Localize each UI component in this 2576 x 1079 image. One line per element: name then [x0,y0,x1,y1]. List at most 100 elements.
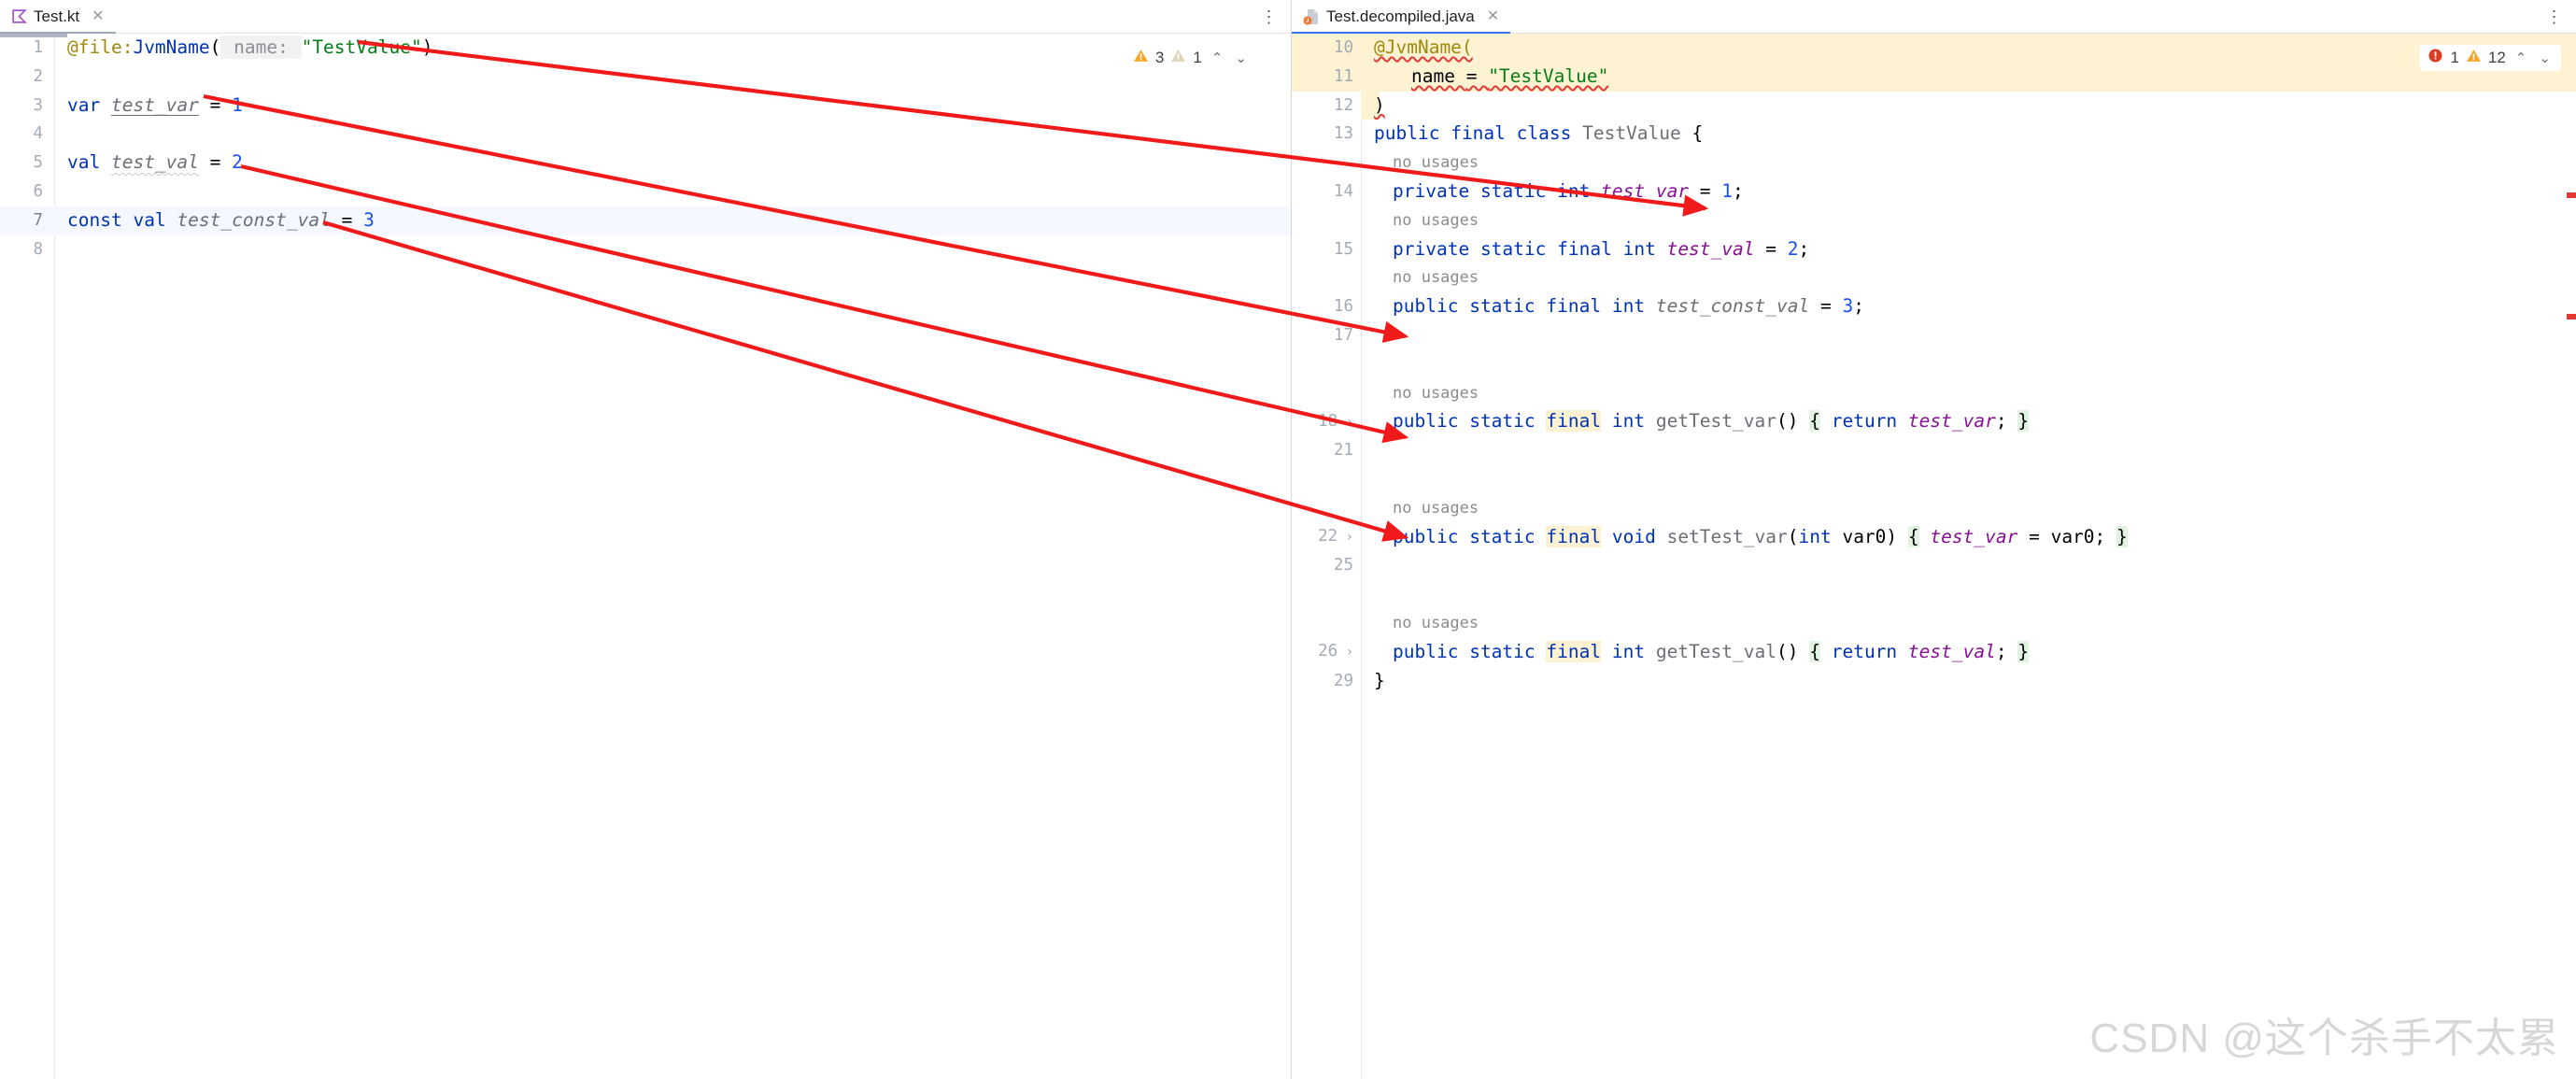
code-line: 17 [1292,321,2576,350]
line-number[interactable]: 10 [1292,34,1361,63]
code-content[interactable]: } [1361,667,2576,696]
code-token: = [1689,179,1722,202]
code-content[interactable]: ) [1361,91,2576,121]
code-content[interactable]: @file:JvmName( name: "TestValue") [54,34,1291,63]
code-content[interactable]: @JvmName( [1361,34,2576,63]
code-content[interactable]: name = "TestValue" [1361,63,2576,92]
chevron-down-icon[interactable]: ⌄ [1232,50,1250,66]
code-line: 6 [0,177,1291,206]
chevron-up-icon[interactable]: ⌃ [1209,50,1226,66]
close-icon[interactable]: ✕ [1485,7,1501,26]
line-number[interactable]: 13 [1292,120,1361,149]
error-circle-icon [2427,48,2443,68]
editor-pane-java: Test.decompiled.java ✕ ⋮ 10 @JvmName(11 na… [1291,0,2576,1079]
line-number[interactable]: 17 [1292,321,1361,350]
line-number[interactable]: 12 [1292,92,1361,121]
line-number[interactable]: 2 [0,63,54,92]
code-content[interactable]: private static final int test_val = 2; [1361,235,2576,264]
line-number[interactable]: 1 [0,34,54,63]
code-editor-kotlin[interactable]: 1 @file:JvmName( name: "TestValue") 2 3 var … [0,34,1291,1079]
chevron-down-icon[interactable]: ⌄ [2536,50,2554,66]
code-token: test_var [1930,525,2018,547]
fold-chevron-icon[interactable]: › [1338,645,1353,660]
line-number[interactable]: 29 [1292,667,1361,696]
line-number[interactable]: 7 [0,206,54,235]
line-number[interactable]: 26 › [1292,637,1361,667]
code-content[interactable]: var test_var = 1 [54,92,1291,121]
line-number[interactable]: 22 › [1292,522,1361,552]
error-stripe-mark[interactable] [2567,314,2576,319]
line-number[interactable]: 16 [1292,292,1361,321]
code-content[interactable]: val test_val = 2 [54,149,1291,177]
fold-chevron-icon[interactable]: › [1338,415,1353,430]
code-content[interactable]: public final class TestValue { [1361,120,2576,149]
usages-hint[interactable]: no usages [1361,379,2576,408]
line-number[interactable]: 6 [0,177,54,206]
inspection-widget-right[interactable]: 1 12 ⌃ ⌄ [2420,45,2561,71]
code-content[interactable]: private static int test_var = 1; [1361,177,2576,206]
code-content[interactable]: const val test_const_val = 3 [54,206,1291,235]
code-token: TestValue [1582,122,1681,145]
code-token: name [1411,64,1466,87]
code-token: 1 [232,93,243,116]
tab-label: Test.decompiled.java [1326,7,1475,25]
line-number[interactable]: 15 [1292,235,1361,264]
code-token: static [1469,525,1536,547]
code-editor-java[interactable]: 10 @JvmName(11 name = "TestValue" 12) 13 publ… [1292,34,2576,1079]
code-content[interactable]: public static final int test_const_val =… [1361,292,2576,321]
usages-hint[interactable]: no usages [1361,206,2576,235]
code-token: ) [1886,525,1898,547]
more-options-icon[interactable]: ⋮ [1260,7,1279,27]
code-token: final [1546,525,1602,547]
error-stripe-scrollbar[interactable] [2567,34,2576,1079]
line-number[interactable]: 8 [0,235,54,264]
line-number[interactable]: 4 [0,120,54,149]
line-number[interactable]: 5 [0,149,54,177]
inspection-widget-left[interactable]: 3 1 ⌃ ⌄ [1125,45,1257,71]
fold-chevron-icon[interactable]: › [1338,530,1353,545]
code-token: = [1809,295,1843,318]
code-token: setTest_var [1666,525,1788,547]
code-token: int [1557,179,1591,202]
error-stripe-mark[interactable] [2567,192,2576,198]
usages-hint[interactable]: no usages [1361,609,2576,638]
tab-test-kt[interactable]: Test.kt ✕ [0,0,116,35]
usages-hint[interactable]: no usages [1361,263,2576,292]
code-content[interactable]: public static final int getTest_var() { … [1361,407,2576,436]
line-number[interactable]: 21 [1292,436,1361,465]
more-options-icon[interactable]: ⋮ [2545,7,2564,27]
tab-test-decompiled-java[interactable]: Test.decompiled.java ✕ [1292,0,1511,35]
horizontal-scroll-indicator[interactable] [0,34,67,37]
line-number[interactable]: 11 [1292,63,1361,92]
code-token: final [1546,640,1602,662]
chevron-up-icon[interactable]: ⌃ [2512,50,2530,66]
code-token: test_var [110,93,199,116]
line-number[interactable]: 3 [0,92,54,121]
line-number[interactable]: 25 [1292,551,1361,580]
usages-hint[interactable]: no usages [1361,149,2576,177]
code-token: } [1374,669,1385,691]
code-token: var [67,93,101,116]
code-content[interactable]: public static final void setTest_var(int… [1361,523,2576,552]
close-icon[interactable]: ✕ [90,7,106,26]
line-number[interactable]: 14 [1292,177,1361,206]
code-token: return [1831,640,1898,662]
usages-hint[interactable]: no usages [1361,494,2576,523]
code-line: 13 public final class TestValue { [1292,120,2576,149]
code-content[interactable]: public static final int getTest_val() { … [1361,638,2576,667]
code-token: getTest_val [1655,640,1776,662]
usages-hint-row: no usages [1292,609,2576,638]
line-number[interactable]: 18 › [1292,407,1361,437]
code-token: ; [1733,179,1744,202]
